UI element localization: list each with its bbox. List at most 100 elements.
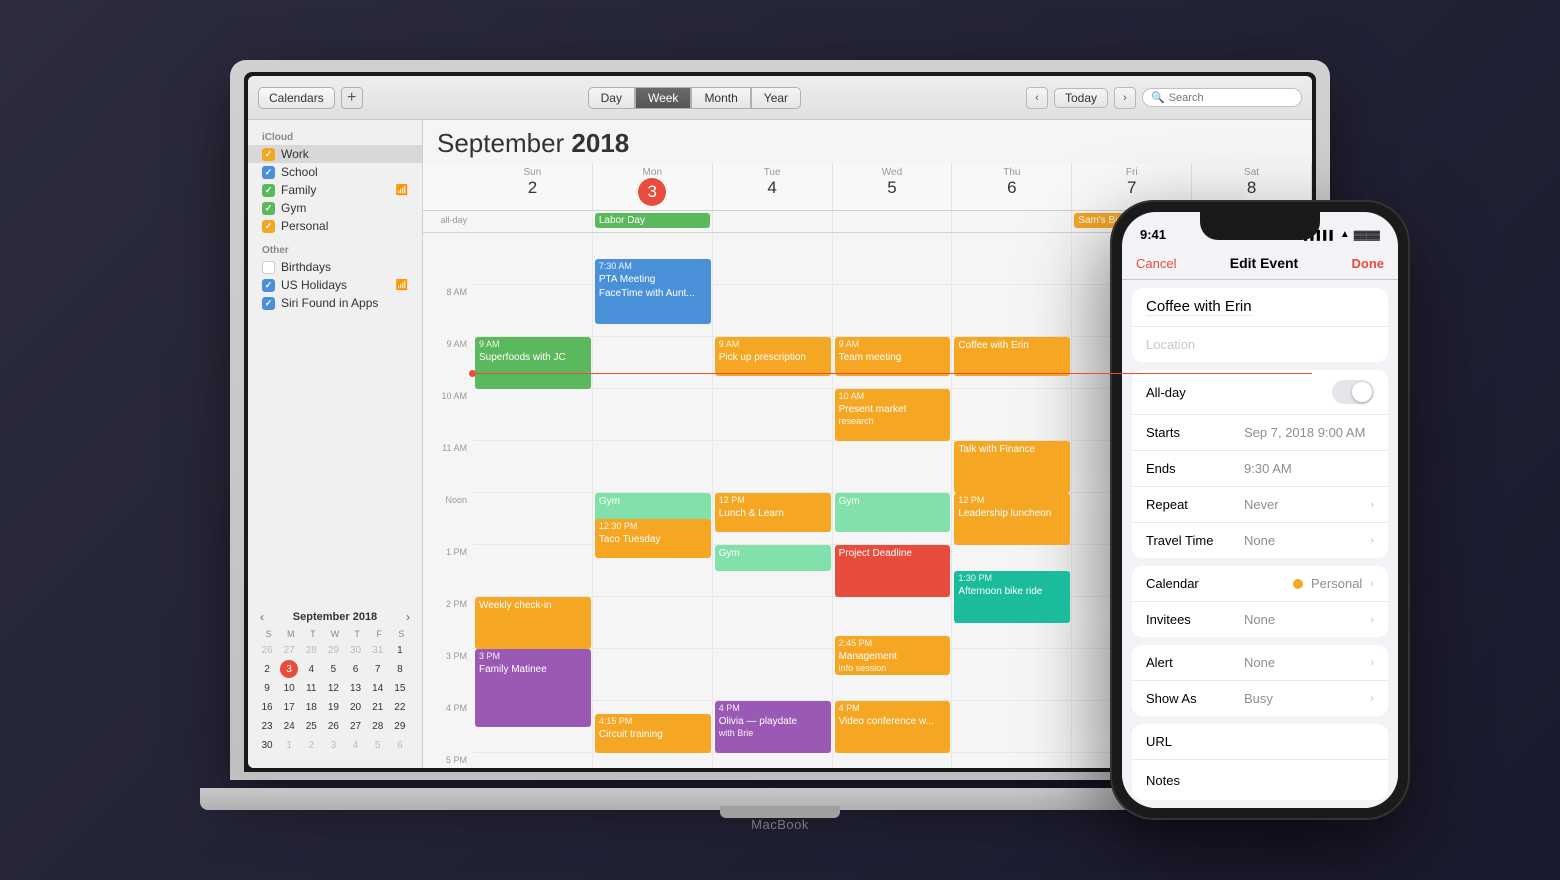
mini-day[interactable]: 15 [391, 679, 409, 697]
calendar-event[interactable]: FaceTime with Aunt... [595, 285, 711, 324]
show-as-field[interactable]: Show As Busy › [1132, 681, 1388, 716]
mini-day[interactable]: 24 [280, 717, 298, 735]
time-cell[interactable] [833, 285, 953, 337]
calendar-event[interactable]: 3 PMFamily Matinee [475, 649, 591, 727]
gym-checkbox[interactable] [262, 202, 275, 215]
mini-day[interactable]: 7 [369, 660, 387, 678]
mini-day[interactable]: 4 [302, 660, 320, 678]
time-cell[interactable] [593, 441, 713, 493]
mini-day[interactable]: 19 [324, 698, 342, 716]
calendar-event[interactable]: Weekly check-in [475, 597, 591, 649]
invitees-field[interactable]: Invitees None › [1132, 602, 1388, 637]
calendar-event[interactable]: 4 PMOlivia — playdatewith Brie [715, 701, 831, 753]
calendar-event[interactable]: 2:45 PMManagementinfo session [835, 636, 951, 675]
sidebar-item-family[interactable]: Family 📶 [248, 181, 422, 199]
calendar-event[interactable]: 12 PMLeadership luncheon [954, 493, 1070, 545]
calendar-event[interactable]: 9 AMSuperfoods with JC [475, 337, 591, 389]
time-cell[interactable] [952, 753, 1072, 768]
today-button[interactable]: Today [1054, 88, 1108, 108]
time-cell[interactable] [952, 701, 1072, 753]
time-cell[interactable] [952, 233, 1072, 285]
calendar-event[interactable]: 12:30 PMTaco Tuesday [595, 519, 711, 558]
time-cell[interactable] [473, 441, 593, 493]
mini-day[interactable]: 11 [302, 679, 320, 697]
event-name-field[interactable]: Coffee with Erin [1132, 288, 1388, 327]
mini-day[interactable]: 21 [369, 698, 387, 716]
calendar-event[interactable]: 4:15 PMCircuit training [595, 714, 711, 753]
school-checkbox[interactable] [262, 166, 275, 179]
time-cell[interactable] [593, 753, 713, 768]
mini-day[interactable]: 3 [324, 736, 342, 754]
repeat-field[interactable]: Repeat Never › [1132, 487, 1388, 523]
month-view-button[interactable]: Month [691, 87, 750, 109]
mini-day[interactable]: 25 [302, 717, 320, 735]
mini-day[interactable]: 22 [391, 698, 409, 716]
week-view-button[interactable]: Week [635, 87, 691, 109]
notes-field[interactable]: Notes [1132, 760, 1388, 800]
mini-day[interactable]: 30 [347, 641, 365, 659]
calendar-event[interactable]: 1:30 PMAfternoon bike ride [954, 571, 1070, 623]
mini-day[interactable]: 9 [258, 679, 276, 697]
sidebar-item-birthdays[interactable]: Birthdays [248, 258, 422, 276]
time-cell[interactable] [473, 285, 593, 337]
search-input[interactable] [1169, 92, 1289, 104]
family-checkbox[interactable] [262, 184, 275, 197]
time-cell[interactable] [473, 753, 593, 768]
calendar-event[interactable]: 9 AMPick up prescription [715, 337, 831, 376]
time-cell[interactable] [952, 649, 1072, 701]
ends-field[interactable]: Ends 9:30 AM [1132, 451, 1388, 487]
time-cell[interactable] [473, 233, 593, 285]
mini-day[interactable]: 8 [391, 660, 409, 678]
calendar-event[interactable]: 12 PMLunch & Learn [715, 493, 831, 532]
time-cell[interactable] [713, 441, 833, 493]
day-view-button[interactable]: Day [588, 87, 635, 109]
birthdays-checkbox[interactable] [262, 261, 275, 274]
sidebar-item-school[interactable]: School [248, 163, 422, 181]
mini-prev-button[interactable]: ‹ [258, 610, 266, 624]
alert-field[interactable]: Alert None › [1132, 645, 1388, 681]
sidebar-item-gym[interactable]: Gym [248, 199, 422, 217]
time-cell[interactable] [713, 233, 833, 285]
mini-day[interactable]: 5 [324, 660, 342, 678]
mini-day[interactable]: 2 [302, 736, 320, 754]
time-cell[interactable] [713, 285, 833, 337]
time-cell[interactable] [833, 233, 953, 285]
mini-day[interactable]: 3 [280, 660, 298, 678]
calendar-event[interactable]: Gym [715, 545, 831, 571]
mini-day[interactable]: 27 [280, 641, 298, 659]
labor-day-event[interactable]: Labor Day [595, 213, 710, 228]
mini-day[interactable]: 4 [347, 736, 365, 754]
mini-day[interactable]: 26 [324, 717, 342, 735]
starts-field[interactable]: Starts Sep 7, 2018 9:00 AM [1132, 415, 1388, 451]
prev-nav-button[interactable]: ‹ [1026, 87, 1048, 109]
travel-field[interactable]: Travel Time None › [1132, 523, 1388, 558]
calendars-button[interactable]: Calendars [258, 87, 335, 109]
mini-day[interactable]: 27 [347, 717, 365, 735]
url-field[interactable]: URL [1132, 724, 1388, 760]
time-cell[interactable] [833, 441, 953, 493]
mini-day[interactable]: 1 [391, 641, 409, 659]
siri-apps-checkbox[interactable] [262, 297, 275, 310]
sidebar-item-personal[interactable]: Personal [248, 217, 422, 235]
time-cell[interactable] [473, 389, 593, 441]
time-cell[interactable] [473, 545, 593, 597]
mini-day[interactable]: 10 [280, 679, 298, 697]
time-cell[interactable] [713, 597, 833, 649]
time-cell[interactable] [833, 753, 953, 768]
calendar-event[interactable]: Talk with Finance [954, 441, 1070, 493]
search-box[interactable]: 🔍 [1142, 88, 1302, 107]
mini-day[interactable]: 14 [369, 679, 387, 697]
mini-day[interactable]: 23 [258, 717, 276, 735]
time-cell[interactable] [593, 337, 713, 389]
mini-day[interactable]: 18 [302, 698, 320, 716]
time-cell[interactable] [713, 753, 833, 768]
mini-day[interactable]: 28 [369, 717, 387, 735]
mini-day[interactable]: 20 [347, 698, 365, 716]
next-nav-button[interactable]: › [1114, 87, 1136, 109]
time-cell[interactable] [593, 389, 713, 441]
mini-day[interactable]: 1 [280, 736, 298, 754]
mini-day[interactable]: 12 [324, 679, 342, 697]
calendar-event[interactable]: Project Deadline [835, 545, 951, 597]
calendar-event[interactable]: 9 AMTeam meeting [835, 337, 951, 376]
mini-day[interactable]: 28 [302, 641, 320, 659]
